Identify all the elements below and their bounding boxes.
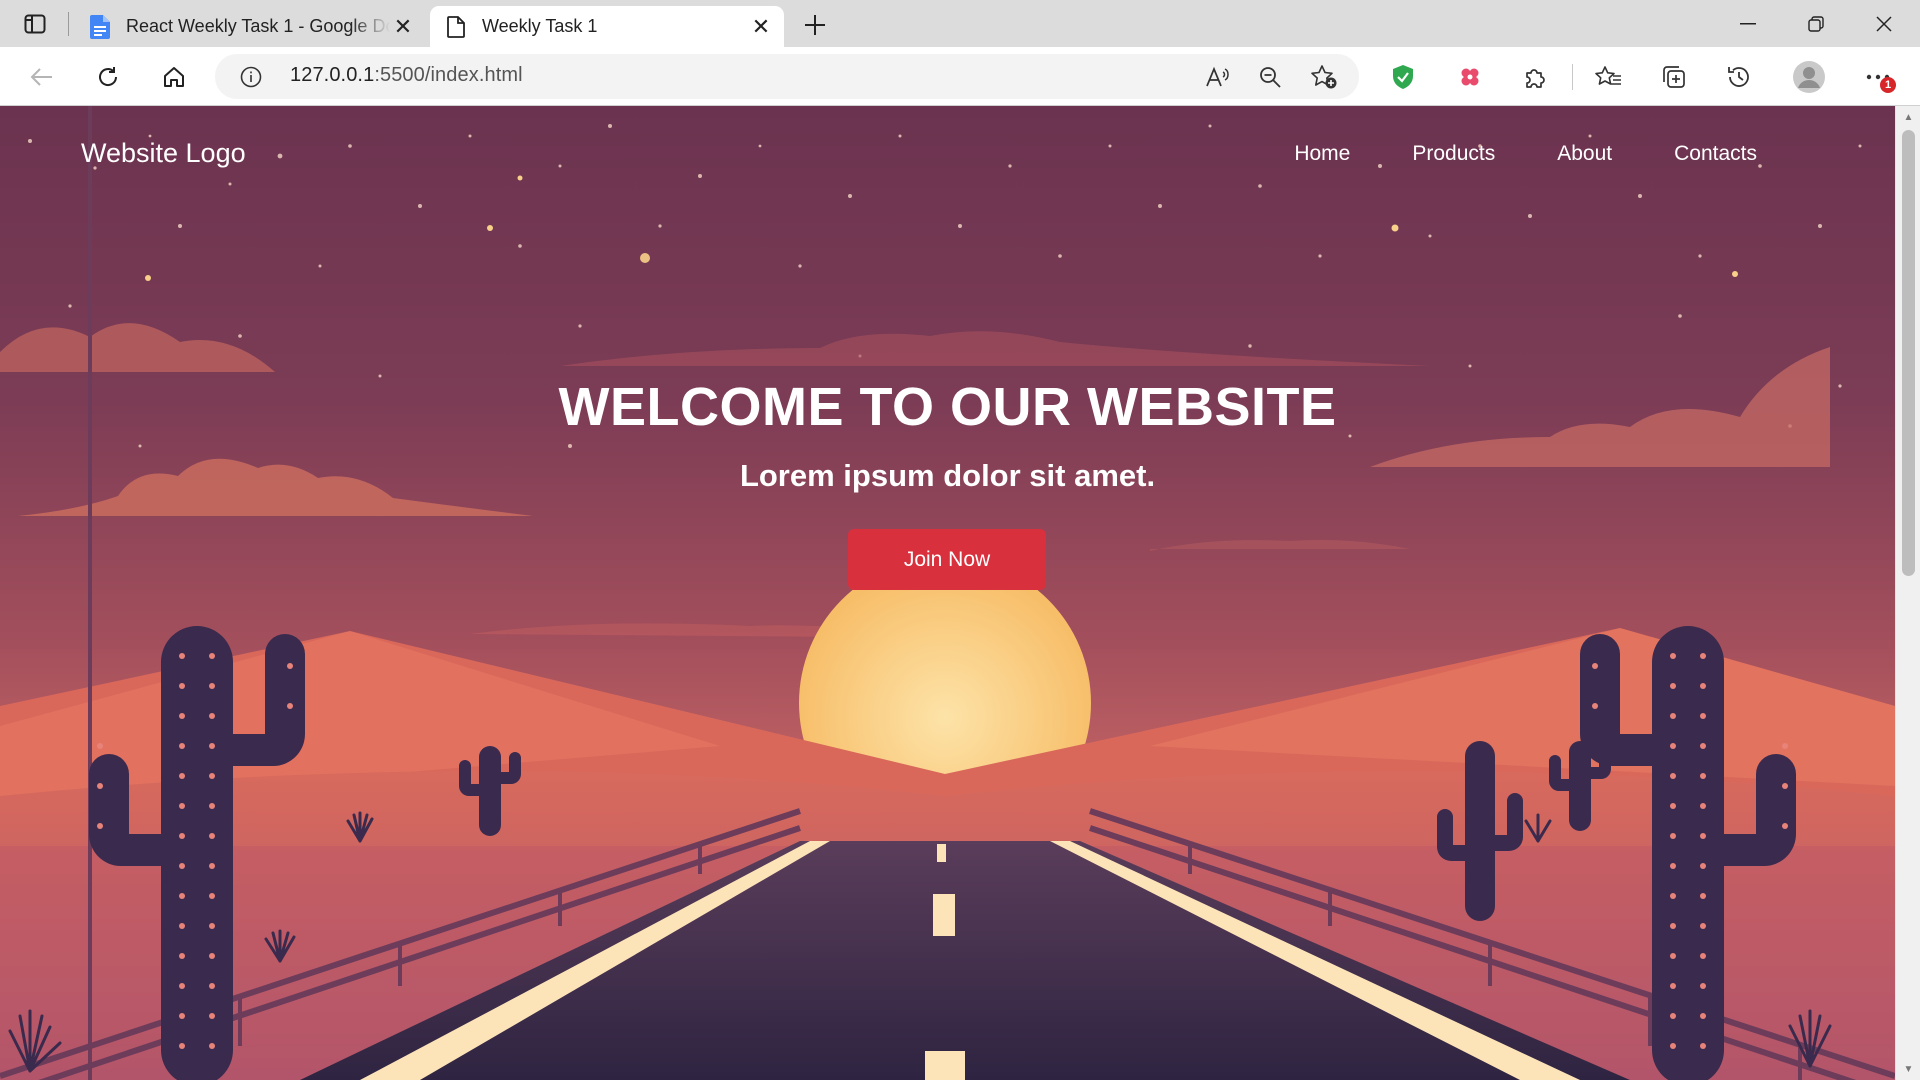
toolbar-separator [1572, 64, 1573, 90]
scroll-down-icon[interactable]: ▼ [1896, 1058, 1920, 1080]
website-logo[interactable]: Website Logo [81, 138, 246, 169]
google-docs-icon [88, 14, 112, 39]
profile-avatar-icon[interactable] [1789, 57, 1829, 97]
url-path: :5500/index.html [374, 64, 523, 86]
scroll-up-icon[interactable]: ▲ [1896, 106, 1920, 128]
zoom-out-icon[interactable] [1252, 59, 1288, 95]
join-now-button[interactable]: Join Now [848, 529, 1046, 590]
nav-link-contacts[interactable]: Contacts [1674, 142, 1757, 166]
home-icon[interactable] [154, 57, 194, 97]
info-icon[interactable] [239, 65, 263, 89]
tab-weekly-task[interactable]: Weekly Task 1 ✕ [430, 6, 784, 47]
tab-actions-icon[interactable] [18, 10, 52, 38]
nav-link-home[interactable]: Home [1294, 142, 1350, 166]
hero-subtitle: Lorem ipsum dolor sit amet. [739, 458, 1156, 493]
minimize-icon[interactable] [1714, 0, 1782, 47]
notification-badge: 1 [1880, 77, 1896, 93]
tab-title: React Weekly Task 1 - Google Docs [126, 16, 390, 36]
url-host: 127.0.0.1 [290, 64, 375, 86]
favorites-icon[interactable] [1588, 57, 1628, 97]
add-favorite-icon[interactable] [1306, 59, 1342, 95]
close-icon[interactable]: ✕ [390, 14, 416, 40]
new-tab-icon[interactable] [798, 8, 832, 42]
address-bar[interactable]: 127.0.0.1:5500/index.html [215, 54, 1359, 99]
adblock-shield-icon[interactable] [1383, 57, 1423, 97]
url-text[interactable]: 127.0.0.1:5500/index.html [290, 64, 523, 87]
nav-links: Home Products About Contacts [1232, 142, 1757, 166]
scrollbar-thumb[interactable] [1902, 130, 1915, 576]
browser-toolbar: 127.0.0.1:5500/index.html 1 [0, 47, 1920, 106]
read-aloud-icon[interactable] [1200, 59, 1236, 95]
extension-flower-icon[interactable] [1450, 57, 1490, 97]
tab-google-docs[interactable]: React Weekly Task 1 - Google Docs ✕ [74, 6, 426, 47]
close-icon[interactable]: ✕ [748, 14, 774, 40]
hero-section: WELCOME TO OUR WEBSITE Lorem ipsum dolor… [0, 376, 1895, 494]
page-scrollbar[interactable]: ▲ ▼ [1895, 106, 1920, 1080]
back-icon[interactable] [22, 57, 62, 97]
refresh-icon[interactable] [88, 57, 128, 97]
history-icon[interactable] [1719, 57, 1759, 97]
tab-title: Weekly Task 1 [482, 16, 598, 36]
hero-title: WELCOME TO OUR WEBSITE [558, 377, 1337, 437]
close-window-icon[interactable] [1850, 0, 1918, 47]
nav-link-about[interactable]: About [1557, 142, 1612, 166]
site-navbar: Website Logo Home Products About Contact… [0, 106, 1895, 196]
tab-strip: React Weekly Task 1 - Google Docs ✕ Week… [0, 0, 1920, 47]
hero-background-illustration [0, 106, 1895, 1080]
extensions-puzzle-icon[interactable] [1515, 57, 1555, 97]
nav-link-products[interactable]: Products [1412, 142, 1495, 166]
restore-icon[interactable] [1782, 0, 1850, 47]
collections-icon[interactable] [1654, 57, 1694, 97]
tab-separator [68, 12, 69, 36]
settings-menu-icon[interactable]: 1 [1858, 57, 1898, 97]
page-icon [444, 15, 468, 39]
page-viewport: Website Logo Home Products About Contact… [0, 106, 1895, 1080]
